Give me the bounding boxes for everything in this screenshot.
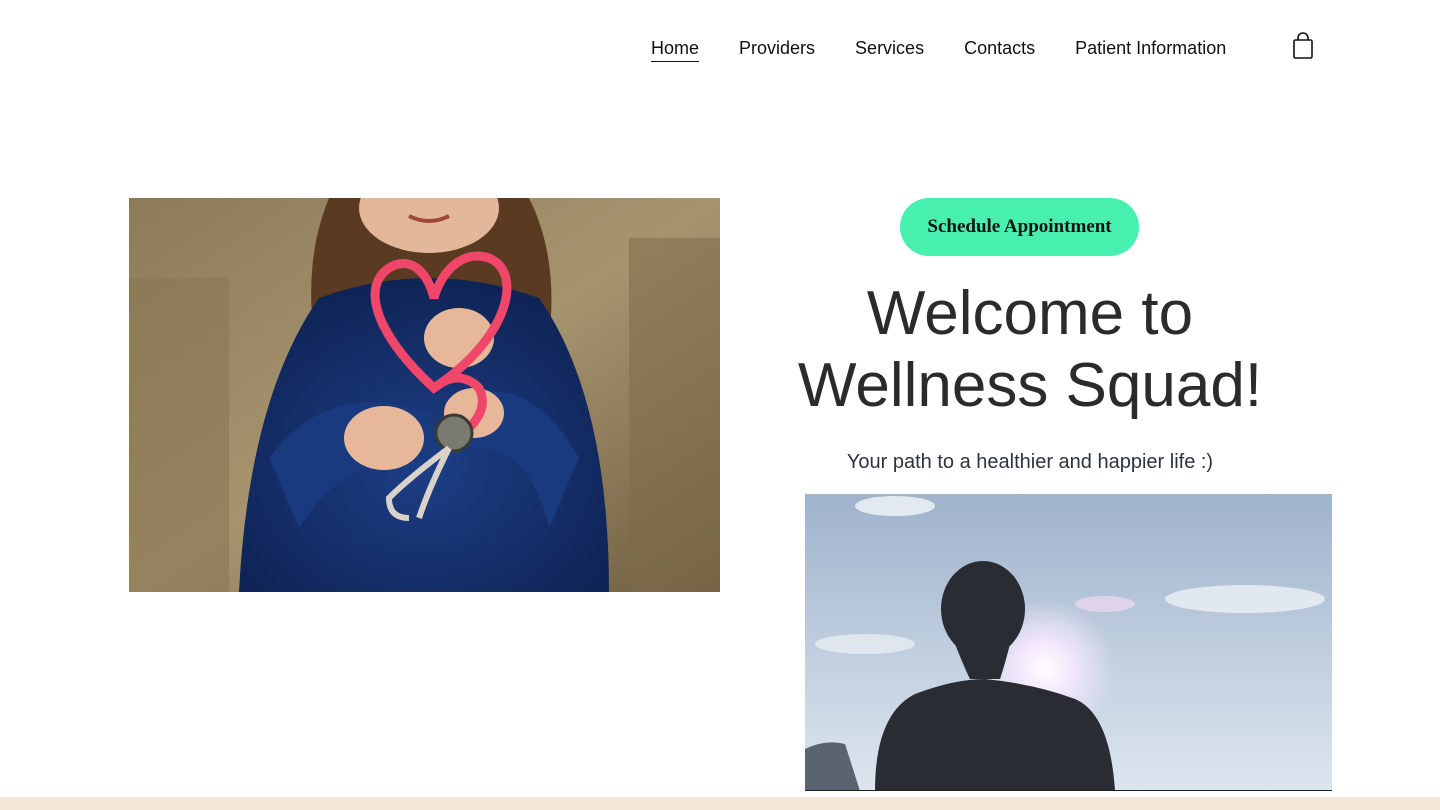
sunlit-silhouette-photo [805, 494, 1332, 791]
nurse-stethoscope-photo [129, 198, 720, 592]
hero-subtitle: Your path to a healthier and happier lif… [846, 451, 1214, 473]
title-line-1: Welcome to [866, 279, 1194, 348]
shopping-bag-icon[interactable] [1291, 32, 1315, 60]
footer-strip [0, 797, 1440, 810]
nav-home[interactable]: Home [651, 36, 700, 62]
nav-contacts[interactable]: Contacts [964, 36, 1035, 60]
nav-providers[interactable]: Providers [739, 36, 815, 60]
nav-patient-information[interactable]: Patient Information [1075, 36, 1226, 60]
schedule-appointment-button[interactable]: Schedule Appointment [900, 198, 1139, 256]
page-title: Welcome to Wellness Squad! [790, 278, 1270, 422]
title-line-2: Wellness Squad! [797, 351, 1263, 420]
nav-services[interactable]: Services [855, 36, 924, 60]
main-nav: Home Providers Services Contacts Patient… [651, 36, 1226, 62]
